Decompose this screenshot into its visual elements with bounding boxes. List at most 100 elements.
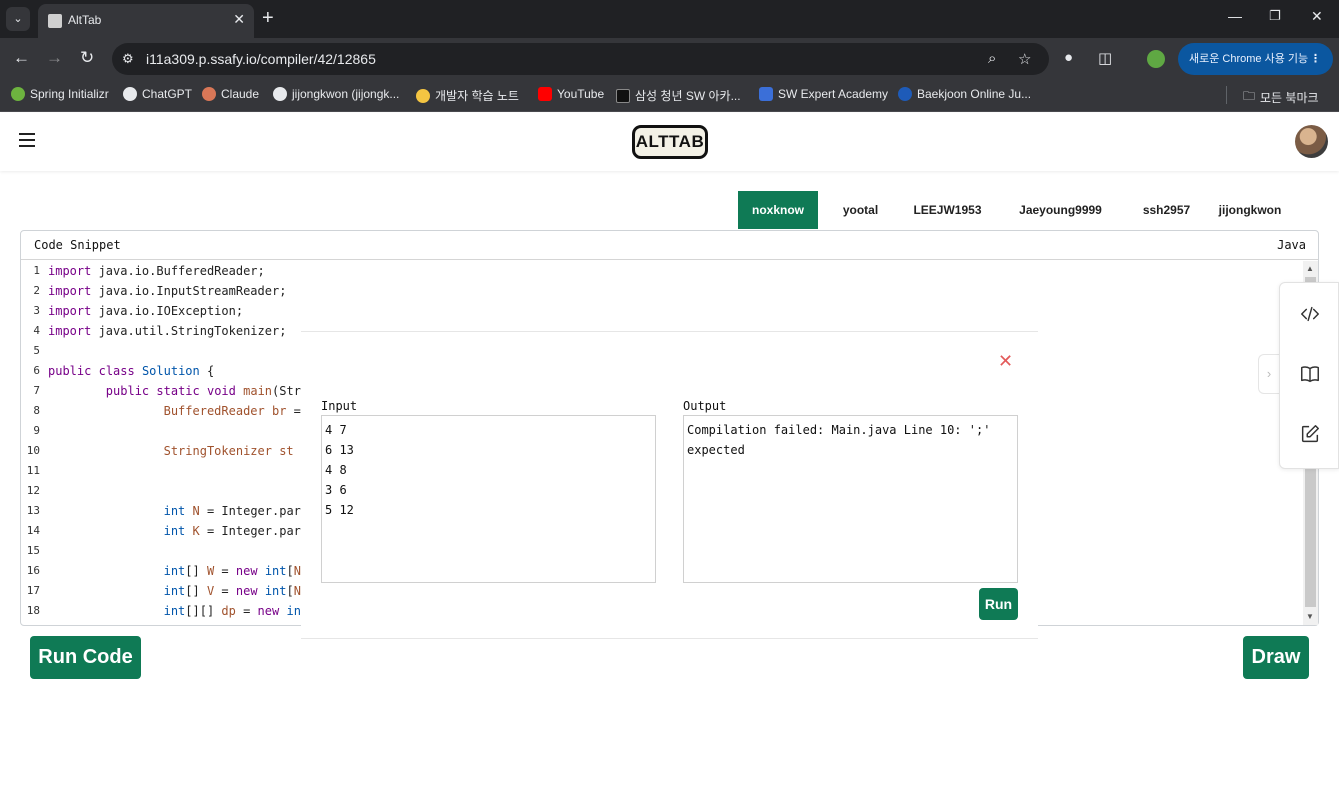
line-number: 14 xyxy=(26,524,40,537)
side-panel-toggle[interactable]: › xyxy=(1258,354,1279,394)
bookmarks-divider xyxy=(1226,86,1227,104)
user-tab-jaeyoung9999[interactable]: Jaeyoung9999 xyxy=(992,191,1129,229)
bookmark-github[interactable]: jijongkwon (jijongk... xyxy=(273,87,399,101)
line-number: 5 xyxy=(33,344,40,357)
code-text[interactable]: int[] W = new int[N xyxy=(48,561,301,581)
run-modal: ✕ Input 4 7 6 13 4 8 3 6 5 12 Output Com… xyxy=(301,331,1038,639)
bookmark-youtube[interactable]: YouTube xyxy=(538,87,604,101)
user-tabs: noxknow yootal LEEJW1953 Jaeyoung9999 ss… xyxy=(738,191,1296,229)
code-text[interactable]: int[][] dp = new int xyxy=(48,601,309,621)
bookmark-chatgpt[interactable]: ChatGPT xyxy=(123,87,192,101)
user-tab-yootal[interactable]: yootal xyxy=(818,191,903,229)
user-tab-leejw1953[interactable]: LEEJW1953 xyxy=(903,191,992,229)
code-text[interactable]: int[] V = new int[N xyxy=(48,581,301,601)
code-snippet-header: Code Snippet Java xyxy=(21,231,1318,260)
scroll-down-icon[interactable]: ▼ xyxy=(1306,612,1314,621)
code-text[interactable]: import java.io.BufferedReader; xyxy=(48,261,265,281)
code-text[interactable]: int K = Integer.pars xyxy=(48,521,309,541)
chevron-right-icon: › xyxy=(1266,366,1272,381)
line-number: 7 xyxy=(33,384,40,397)
hamburger-menu-icon[interactable] xyxy=(19,133,35,147)
window-close-button[interactable]: ✕ xyxy=(1311,8,1323,25)
bookmark-ssafy[interactable]: 삼성 청년 SW 아카... xyxy=(616,87,741,104)
user-tab-ssh2957[interactable]: ssh2957 xyxy=(1129,191,1204,229)
code-text[interactable]: import java.io.IOException; xyxy=(48,301,243,321)
code-icon[interactable] xyxy=(1299,303,1321,325)
line-number: 11 xyxy=(26,464,40,477)
line-number: 16 xyxy=(26,564,40,577)
line-number: 9 xyxy=(33,424,40,437)
output-label: Output xyxy=(683,399,727,413)
edit-icon[interactable] xyxy=(1299,423,1321,445)
line-number: 17 xyxy=(26,584,40,597)
code-text[interactable]: BufferedReader br = xyxy=(48,401,308,421)
run-code-button[interactable]: Run Code xyxy=(30,636,141,679)
close-icon[interactable]: ✕ xyxy=(998,352,1013,370)
bookmark-star-icon[interactable]: ☆ xyxy=(1018,50,1031,68)
site-info-icon[interactable]: ⚙ xyxy=(122,51,134,67)
user-tab-noxknow[interactable]: noxknow xyxy=(738,191,818,229)
code-line[interactable]: 2 import java.io.InputStreamReader; xyxy=(21,281,1301,301)
input-textarea[interactable]: 4 7 6 13 4 8 3 6 5 12 xyxy=(321,415,656,583)
menu-kebab-icon[interactable]: ⋮ xyxy=(1310,43,1321,75)
line-number: 8 xyxy=(33,404,40,417)
code-line[interactable]: 3 import java.io.IOException; xyxy=(21,301,1301,321)
output-textarea: Compilation failed: Main.java Line 10: '… xyxy=(683,415,1018,583)
minimize-button[interactable]: — xyxy=(1228,8,1242,24)
address-bar-url[interactable]: i11a309.p.ssafy.io/compiler/42/12865 xyxy=(146,51,376,67)
browser-toolbar: ← → ↻ ⚙ i11a309.p.ssafy.io/compiler/42/1… xyxy=(0,38,1339,80)
all-bookmarks-folder[interactable]: 🗀 모든 북마크 xyxy=(1243,87,1319,108)
code-language-label: Java xyxy=(1277,238,1306,252)
restore-button[interactable]: ❐ xyxy=(1269,8,1281,24)
ssafy-icon xyxy=(616,88,630,103)
extension-cookie-icon[interactable]: ● xyxy=(1064,49,1073,66)
reload-button[interactable]: ↻ xyxy=(80,49,94,66)
dev-notes-icon xyxy=(416,88,430,103)
scroll-up-icon[interactable]: ▲ xyxy=(1306,264,1314,273)
code-text[interactable]: public static void main(Stri xyxy=(48,381,308,401)
bookmark-baekjoon[interactable]: Baekjoon Online Ju... xyxy=(898,87,1031,101)
chatgpt-icon xyxy=(123,87,137,101)
baekjoon-icon xyxy=(898,87,912,101)
line-number: 15 xyxy=(26,544,40,557)
line-number: 10 xyxy=(26,444,40,457)
code-text[interactable]: import java.io.InputStreamReader; xyxy=(48,281,286,301)
input-label: Input xyxy=(321,399,358,413)
tab-close-icon[interactable]: ✕ xyxy=(233,11,245,28)
claude-icon xyxy=(202,87,216,101)
user-avatar[interactable] xyxy=(1295,125,1328,158)
line-number: 12 xyxy=(26,484,40,497)
line-number: 18 xyxy=(26,604,40,617)
extensions-puzzle-icon[interactable]: ◫ xyxy=(1098,49,1112,67)
side-toolbar xyxy=(1279,282,1339,469)
run-button[interactable]: Run xyxy=(979,588,1018,620)
browser-tab-active[interactable]: AltTab ✕ xyxy=(38,4,254,38)
code-line[interactable]: 1 import java.io.BufferedReader; xyxy=(21,261,1301,281)
browser-tab-strip: ⌄ AltTab ✕ + — ❐ ✕ xyxy=(0,0,1339,38)
code-text[interactable]: StringTokenizer st = xyxy=(48,441,315,461)
zoom-icon[interactable]: ⌕ xyxy=(988,50,996,67)
user-tab-jijongkwon[interactable]: jijongkwon xyxy=(1204,191,1296,229)
bookmark-dev-notes[interactable]: 개발자 학습 노트 xyxy=(416,87,519,104)
profile-avatar-icon[interactable] xyxy=(1147,50,1165,68)
tab-search-button[interactable]: ⌄ xyxy=(6,7,30,31)
spring-icon xyxy=(11,87,25,101)
code-text[interactable]: import java.util.StringTokenizer; xyxy=(48,321,286,341)
bookmark-swea[interactable]: SW Expert Academy xyxy=(759,87,888,101)
address-bar[interactable]: ⚙ i11a309.p.ssafy.io/compiler/42/12865 ⌕… xyxy=(112,43,1049,75)
chrome-new-feature-button[interactable]: 새로운 Chrome 사용 기능 ⋮ xyxy=(1178,43,1333,75)
forward-button[interactable]: → xyxy=(46,49,63,66)
back-button[interactable]: ← xyxy=(13,49,30,66)
code-text[interactable]: int N = Integer.pars xyxy=(48,501,309,521)
bookmark-claude[interactable]: Claude xyxy=(202,87,259,101)
folder-icon: 🗀 xyxy=(1243,89,1256,103)
chrome-new-feature-label: 새로운 Chrome 사용 기능 xyxy=(1189,53,1309,65)
code-snippet-title: Code Snippet xyxy=(34,238,121,252)
tab-title: AltTab xyxy=(68,13,102,27)
book-icon[interactable] xyxy=(1299,363,1321,385)
bookmark-spring[interactable]: Spring Initializr xyxy=(11,87,109,101)
code-text[interactable]: public class Solution { xyxy=(48,361,214,381)
draw-button[interactable]: Draw xyxy=(1243,636,1309,679)
alttab-logo[interactable]: ALTTAB xyxy=(632,125,708,159)
new-tab-button[interactable]: + xyxy=(262,8,274,28)
